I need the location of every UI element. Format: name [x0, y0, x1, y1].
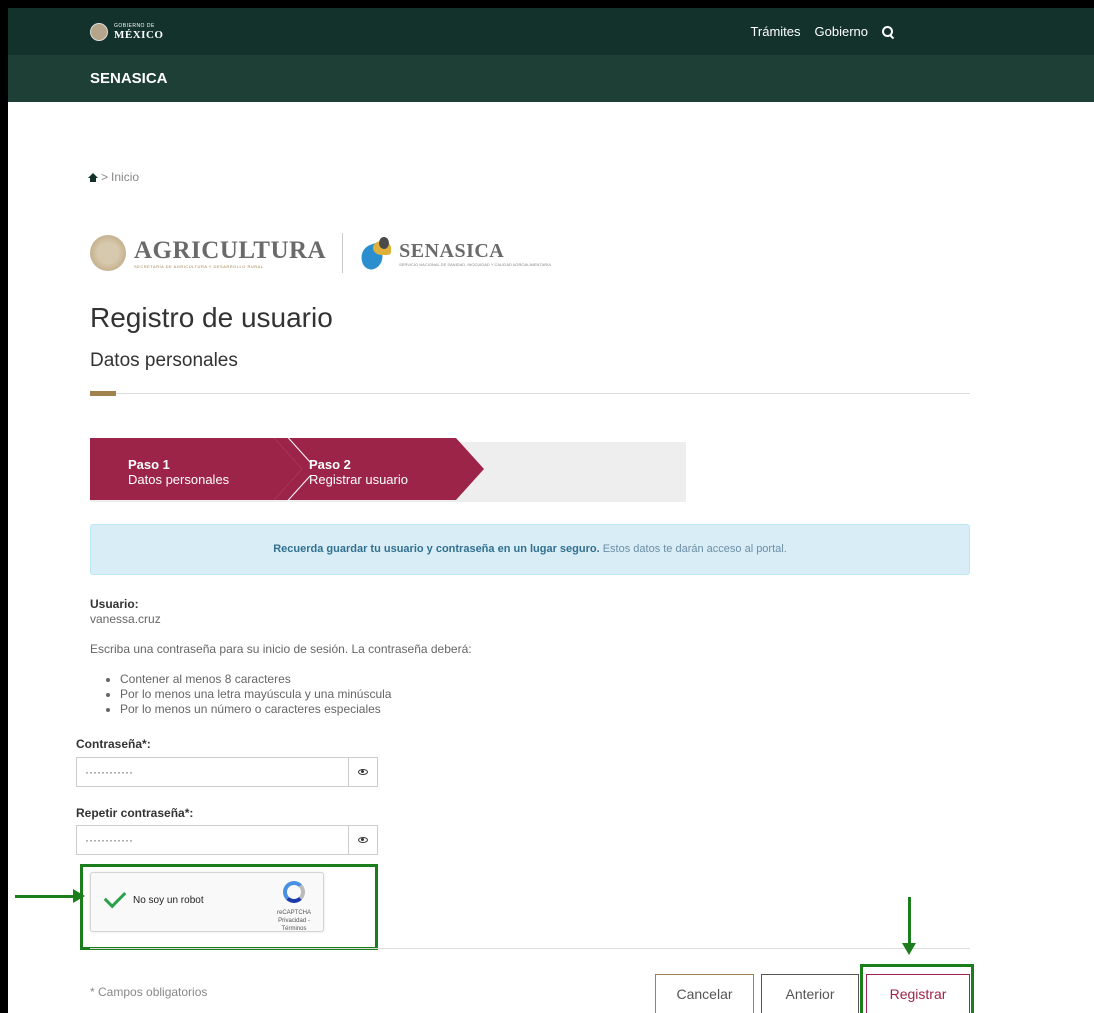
annotation-arrow-right-icon	[15, 889, 85, 903]
step-separator	[274, 438, 304, 500]
institution-logos: AGRICULTURA SECRETARÍA DE AGRICULTURA Y …	[90, 230, 551, 276]
previous-button[interactable]: Anterior	[761, 974, 859, 1013]
alert-bold-text: Recuerda guardar tu usuario y contraseña…	[273, 543, 600, 555]
home-icon[interactable]	[88, 172, 98, 182]
step-1-number: Paso 1	[128, 457, 170, 472]
divider-accent	[90, 391, 116, 396]
show-password-button[interactable]	[348, 757, 378, 787]
step-1-text: Paso 1 Datos personales	[128, 457, 229, 487]
agricultura-seal-icon	[90, 235, 126, 271]
footer-divider	[90, 948, 970, 949]
password-repeat-label: Repetir contraseña*:	[76, 806, 194, 820]
step-2-label: Registrar usuario	[309, 472, 408, 487]
alert-rest-text: Estos datos te darán acceso al portal.	[599, 543, 787, 555]
page-title: Registro de usuario	[90, 302, 333, 333]
user-value: vanessa.cruz	[90, 612, 161, 626]
annotation-highlight-register	[860, 964, 974, 1013]
password-input[interactable]: ············	[76, 757, 348, 787]
requirement-item: Por lo menos una letra mayúscula y una m…	[120, 687, 391, 702]
page-subtitle: Datos personales	[90, 350, 238, 371]
mexico-seal-icon	[90, 22, 108, 41]
breadcrumb-inicio[interactable]: Inicio	[111, 170, 139, 184]
search-icon[interactable]	[882, 25, 894, 38]
agricultura-subtitle: SECRETARÍA DE AGRICULTURA Y DESARROLLO R…	[134, 263, 264, 269]
senasica-bar: SENASICA	[8, 55, 1094, 102]
top-nav: Trámites Gobierno	[750, 24, 894, 39]
logo-big-text: MÉXICO	[114, 29, 164, 41]
step-2-number: Paso 2	[309, 457, 351, 472]
gobierno-header: GOBIERNO DE MÉXICO Trámites Gobierno	[8, 8, 1094, 55]
password-requirements: Contener al menos 8 caracteres Por lo me…	[108, 672, 391, 717]
password-label: Contraseña*:	[76, 737, 151, 751]
requirement-item: Contener al menos 8 caracteres	[120, 672, 391, 687]
show-password-repeat-button[interactable]	[348, 825, 378, 855]
logo-divider	[342, 233, 344, 273]
annotation-highlight-captcha	[80, 864, 378, 950]
nav-gobierno[interactable]: Gobierno	[815, 24, 868, 39]
senasica-title[interactable]: SENASICA	[90, 70, 168, 87]
password-repeat-input[interactable]: ············	[76, 825, 348, 855]
browser-page: GOBIERNO DE MÉXICO Trámites Gobierno SEN…	[8, 8, 1094, 1013]
senasica-logo-icon	[357, 235, 395, 273]
senasica-name: SENASICA	[399, 239, 505, 262]
requirement-item: Por lo menos un número o caracteres espe…	[120, 702, 391, 717]
annotation-arrow-down-icon	[902, 897, 916, 955]
eye-icon	[358, 769, 368, 775]
breadcrumb: > Inicio	[88, 170, 139, 184]
agricultura-name: AGRICULTURA	[134, 236, 327, 264]
password-repeat-field-group: ············	[76, 825, 378, 855]
password-field-group: ············	[76, 757, 378, 787]
info-alert: Recuerda guardar tu usuario y contraseña…	[90, 524, 970, 575]
required-fields-note: * Campos obligatorios	[90, 985, 208, 999]
step-progress: Paso 1 Datos personales Paso 2 Registrar…	[90, 438, 686, 502]
eye-icon	[358, 837, 368, 843]
breadcrumb-separator: >	[101, 170, 109, 184]
user-label: Usuario:	[90, 597, 139, 611]
step-1-label: Datos personales	[128, 472, 230, 487]
senasica-subtitle: SERVICIO NACIONAL DE SANIDAD, INOCUIDAD …	[399, 261, 551, 267]
nav-tramites[interactable]: Trámites	[750, 24, 800, 39]
divider	[90, 393, 970, 394]
cancel-button[interactable]: Cancelar	[655, 974, 754, 1013]
step-2-text: Paso 2 Registrar usuario	[309, 457, 408, 487]
gobierno-logo[interactable]: GOBIERNO DE MÉXICO	[90, 22, 163, 41]
password-instructions: Escriba una contraseña para su inicio de…	[90, 642, 472, 656]
